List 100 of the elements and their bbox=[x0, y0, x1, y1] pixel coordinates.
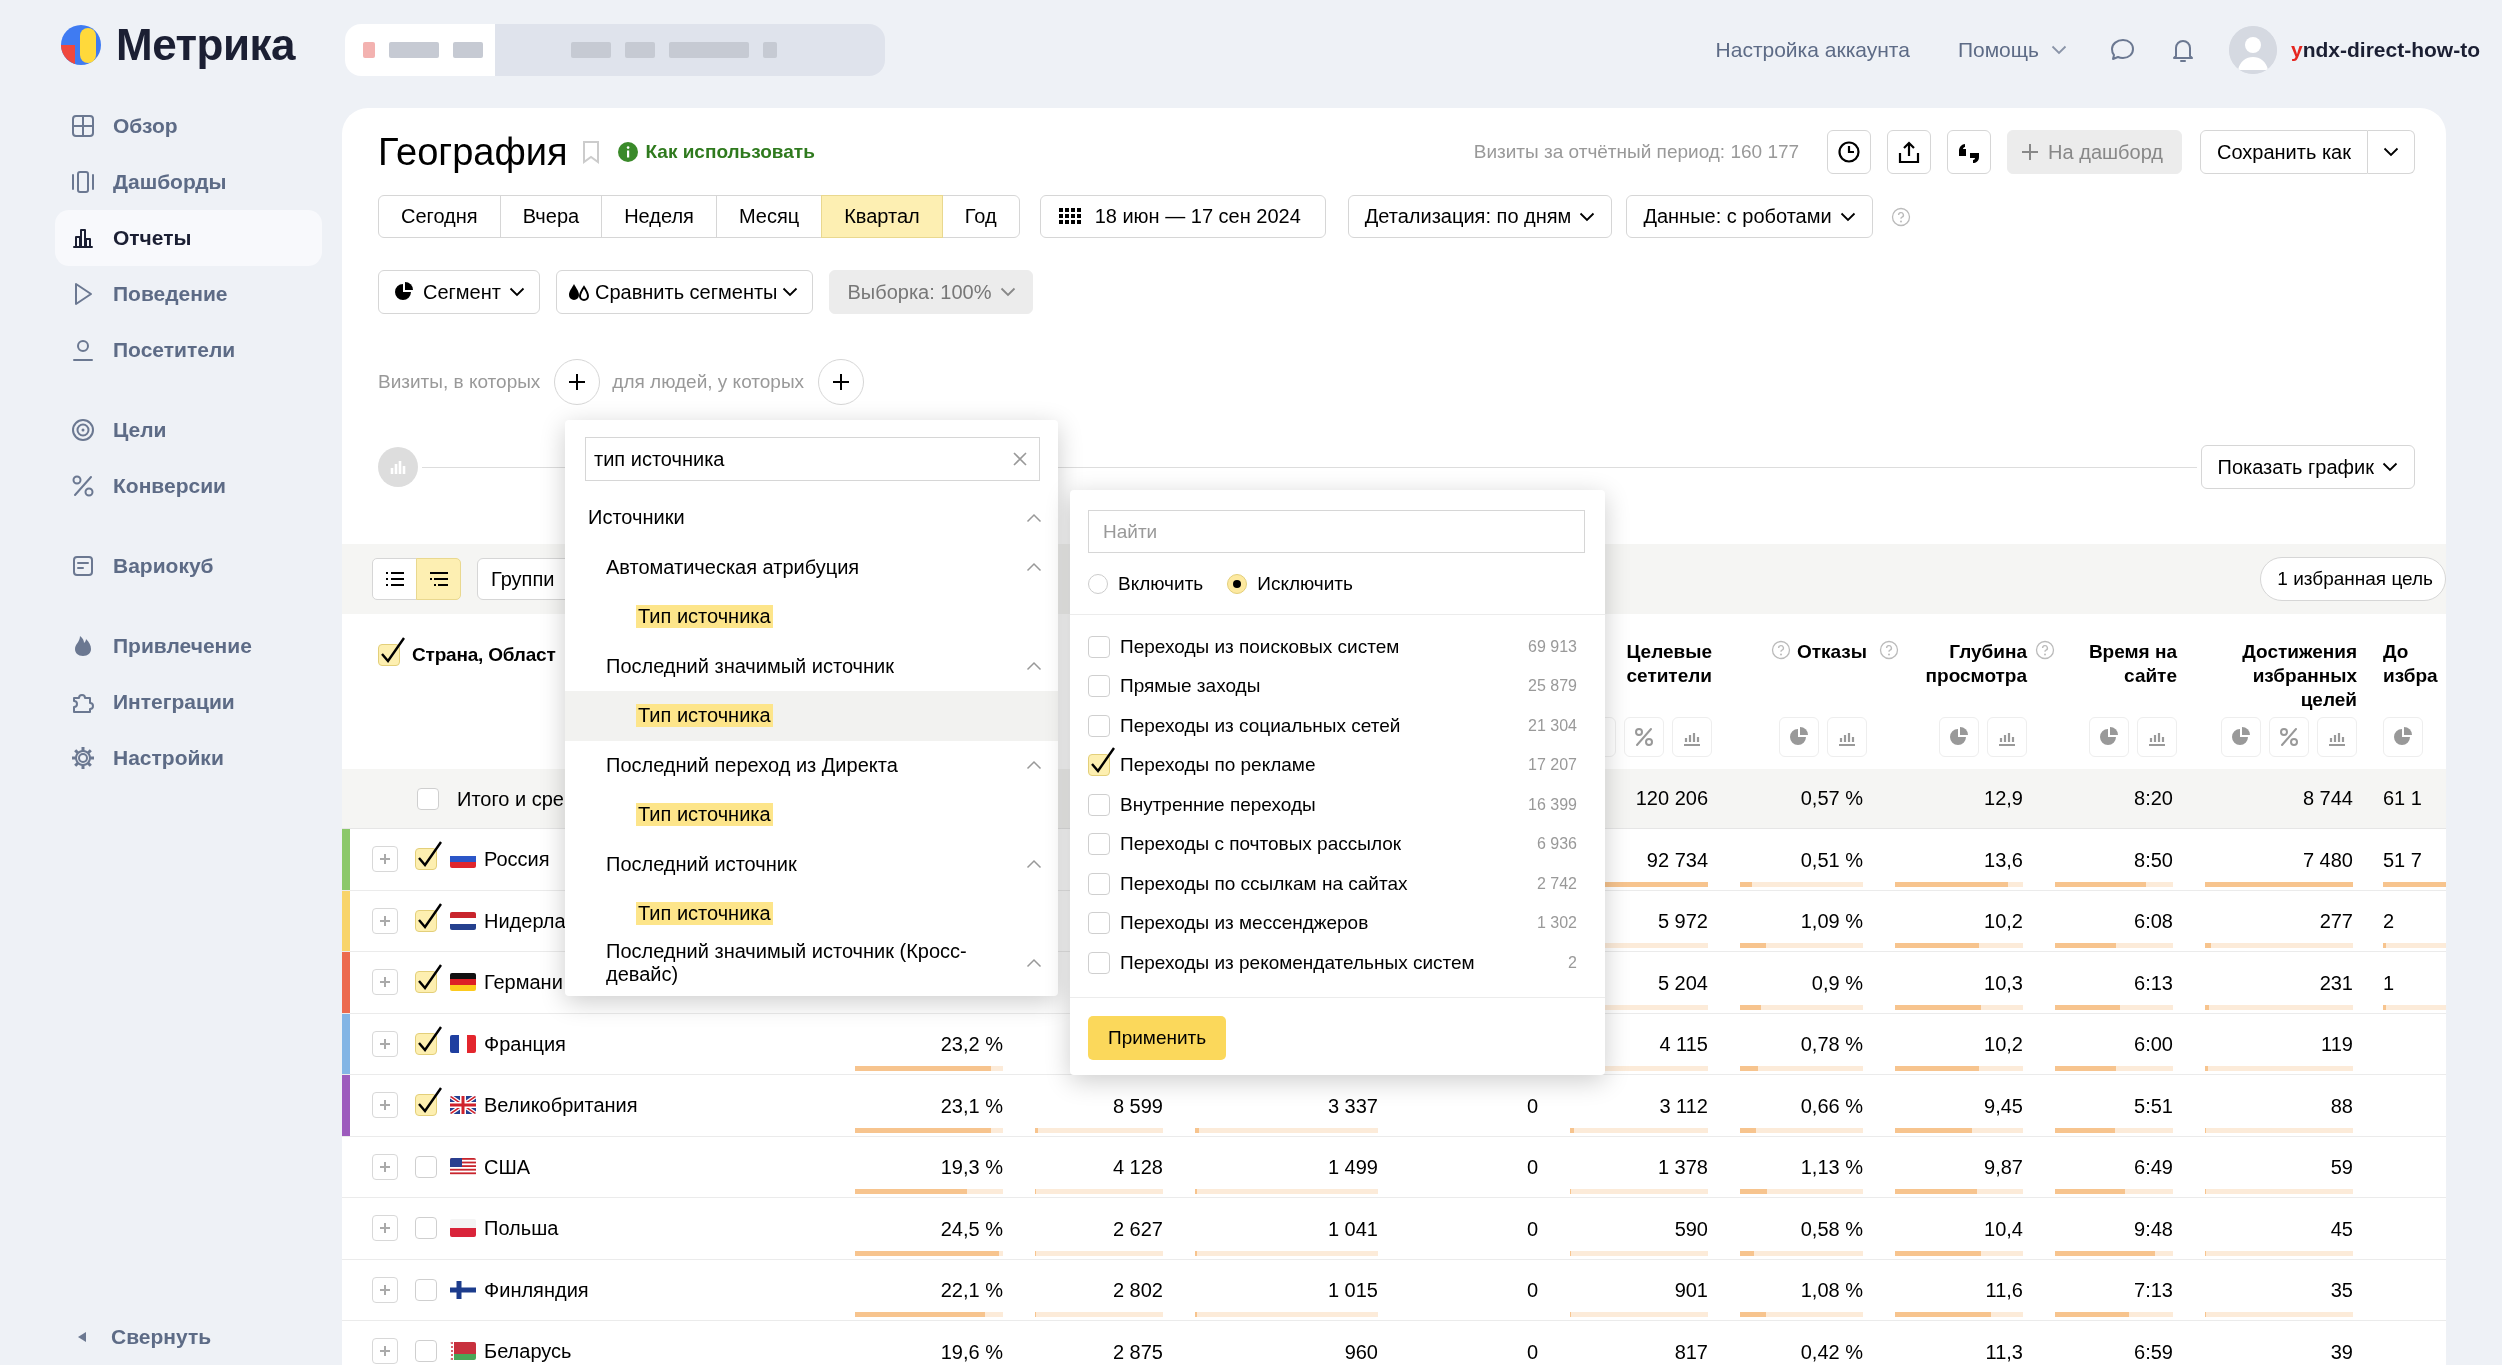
option-label[interactable]: Переходы из социальных сетей bbox=[1120, 714, 1519, 737]
collapse-link[interactable]: Свернуть bbox=[55, 1309, 322, 1365]
save-options-button[interactable] bbox=[2368, 130, 2415, 174]
radio-option[interactable]: Исключить bbox=[1227, 572, 1353, 595]
expand-button[interactable] bbox=[372, 1276, 398, 1303]
bar-chart-button[interactable] bbox=[1987, 717, 2027, 757]
pie-chart-button[interactable] bbox=[1779, 717, 1819, 757]
option-label[interactable]: Переходы с почтовых рассылок bbox=[1120, 833, 1527, 856]
add-condition-button[interactable] bbox=[818, 359, 865, 405]
sidebar-item[interactable]: Настройки bbox=[55, 730, 322, 786]
column-header[interactable]: Глубина просмотра bbox=[1905, 640, 2027, 688]
option-label[interactable]: Прямые заходы bbox=[1120, 675, 1519, 698]
tree-group-item[interactable]: Последний значимый источник bbox=[565, 641, 1058, 691]
date-range-button[interactable]: 18 июн — 17 сен 2024 bbox=[1039, 195, 1326, 238]
radio-button[interactable] bbox=[1227, 573, 1248, 594]
checkbox[interactable] bbox=[1088, 872, 1110, 895]
checkbox[interactable] bbox=[415, 901, 443, 932]
checkbox[interactable] bbox=[1088, 833, 1110, 856]
sidebar-item[interactable]: Конверсии bbox=[55, 458, 322, 514]
checkbox[interactable] bbox=[415, 1086, 443, 1117]
pie-chart-button[interactable] bbox=[2383, 717, 2423, 757]
favorite-goals-button[interactable]: 1 избранная цель bbox=[2260, 557, 2446, 601]
sidebar-item[interactable]: Поведение bbox=[55, 266, 322, 322]
checkbox[interactable] bbox=[415, 1155, 437, 1178]
checkbox[interactable] bbox=[415, 1024, 443, 1055]
data-mode-dropdown[interactable]: Данные: с роботами bbox=[1626, 195, 1873, 238]
pie-chart-button[interactable] bbox=[2221, 717, 2261, 757]
expand-button[interactable] bbox=[372, 1092, 398, 1119]
period-tab[interactable]: Неделя bbox=[601, 195, 717, 238]
sidebar-item[interactable]: Обзор bbox=[55, 98, 322, 154]
expand-button[interactable] bbox=[372, 1338, 398, 1365]
search-field[interactable]: тип источника bbox=[585, 437, 1040, 481]
search-field[interactable]: Найти bbox=[1088, 510, 1585, 553]
tree-item[interactable]: Тип источника bbox=[565, 790, 1058, 840]
tree-group-item[interactable]: Последний переход из Директа bbox=[565, 740, 1058, 790]
bar-chart-button[interactable] bbox=[1827, 717, 1867, 757]
chart-toggle-icon[interactable] bbox=[378, 447, 418, 487]
column-header[interactable]: Время на сайте bbox=[2061, 640, 2177, 688]
option-label[interactable]: Переходы по рекламе bbox=[1120, 754, 1519, 777]
expand-button[interactable] bbox=[372, 1215, 398, 1242]
percent-button[interactable] bbox=[2269, 717, 2309, 757]
view-toggle[interactable] bbox=[372, 558, 417, 600]
period-tab[interactable]: Год bbox=[941, 195, 1020, 238]
period-tab[interactable]: Месяц bbox=[715, 195, 823, 238]
option-label[interactable]: Переходы по ссылкам на сайтах bbox=[1120, 872, 1527, 895]
how-to-use-link[interactable]: Как использовать bbox=[645, 141, 815, 163]
checkbox[interactable] bbox=[1088, 675, 1110, 698]
bar-chart-button[interactable] bbox=[2317, 717, 2357, 757]
show-chart-button[interactable]: Показать график bbox=[2200, 445, 2415, 489]
option-label[interactable]: Внутренние переходы bbox=[1120, 793, 1519, 816]
pie-chart-button[interactable] bbox=[2089, 717, 2129, 757]
column-header[interactable]: Отказы bbox=[1796, 640, 1867, 664]
tree-group-item[interactable]: Источники bbox=[565, 493, 1058, 543]
expand-button[interactable] bbox=[372, 846, 398, 873]
sample-dropdown[interactable]: Выборка: 100% bbox=[828, 270, 1033, 314]
period-tab[interactable]: Сегодня bbox=[378, 195, 501, 238]
checkbox[interactable] bbox=[1088, 951, 1110, 974]
checkbox[interactable] bbox=[1088, 793, 1110, 816]
tree-item[interactable]: Тип источника bbox=[565, 889, 1058, 939]
detail-dropdown[interactable]: Детализация: по дням bbox=[1347, 195, 1613, 238]
bookmark-icon[interactable] bbox=[581, 140, 600, 164]
checkbox[interactable] bbox=[415, 840, 443, 871]
history-button[interactable] bbox=[1827, 130, 1872, 174]
bar-chart-button[interactable] bbox=[2137, 717, 2177, 757]
bar-chart-button[interactable] bbox=[1672, 717, 1712, 757]
percent-button[interactable] bbox=[1624, 717, 1664, 757]
checkbox[interactable] bbox=[415, 963, 443, 994]
checkbox[interactable] bbox=[378, 636, 406, 666]
checkbox[interactable] bbox=[415, 1217, 437, 1240]
pie-chart-button[interactable] bbox=[1939, 717, 1979, 757]
segment-dropdown[interactable]: Сегмент bbox=[378, 270, 540, 314]
add-condition-button[interactable] bbox=[554, 359, 601, 405]
sidebar-item[interactable]: Цели bbox=[55, 402, 322, 458]
expand-button[interactable] bbox=[372, 1030, 398, 1057]
tree-item[interactable]: Тип источника bbox=[565, 691, 1058, 741]
apply-button[interactable]: Применить bbox=[1088, 1015, 1227, 1060]
sidebar-item[interactable]: Дашборды bbox=[55, 154, 322, 210]
export-button[interactable] bbox=[1887, 130, 1932, 174]
option-label[interactable]: Переходы из поисковых систем bbox=[1120, 635, 1519, 658]
period-tab[interactable]: Квартал bbox=[821, 195, 943, 238]
checkbox[interactable] bbox=[417, 787, 439, 810]
close-icon[interactable] bbox=[1012, 451, 1028, 467]
sidebar-item[interactable]: Привлечение bbox=[55, 618, 322, 674]
view-toggle[interactable] bbox=[416, 558, 461, 600]
checkbox[interactable] bbox=[415, 1278, 437, 1301]
column-header[interactable]: Достижения избранных целей bbox=[2235, 640, 2357, 712]
period-tab[interactable]: Вчера bbox=[499, 195, 603, 238]
expand-button[interactable] bbox=[372, 1153, 398, 1180]
help-menu[interactable]: Помощь bbox=[1957, 38, 2067, 62]
compare-segments-dropdown[interactable]: Сравнить сегменты bbox=[555, 270, 813, 314]
option-label[interactable]: Переходы из рекомендательных систем bbox=[1120, 951, 1559, 974]
radio-button[interactable] bbox=[1088, 573, 1108, 594]
radio-option[interactable]: Включить bbox=[1088, 572, 1204, 595]
account-settings-link[interactable]: Настройка аккаунта bbox=[1715, 38, 1910, 62]
sidebar-item[interactable]: Отчеты bbox=[55, 210, 322, 266]
sidebar-item[interactable]: Вариокуб bbox=[55, 538, 322, 594]
sidebar-item[interactable]: Интеграции bbox=[55, 674, 322, 730]
tree-group-item[interactable]: Последний значимый источник (Кросс-девайс) bbox=[565, 938, 1058, 988]
sidebar-item[interactable]: Посетители bbox=[55, 322, 322, 378]
column-header[interactable]: До избра bbox=[2383, 640, 2438, 688]
